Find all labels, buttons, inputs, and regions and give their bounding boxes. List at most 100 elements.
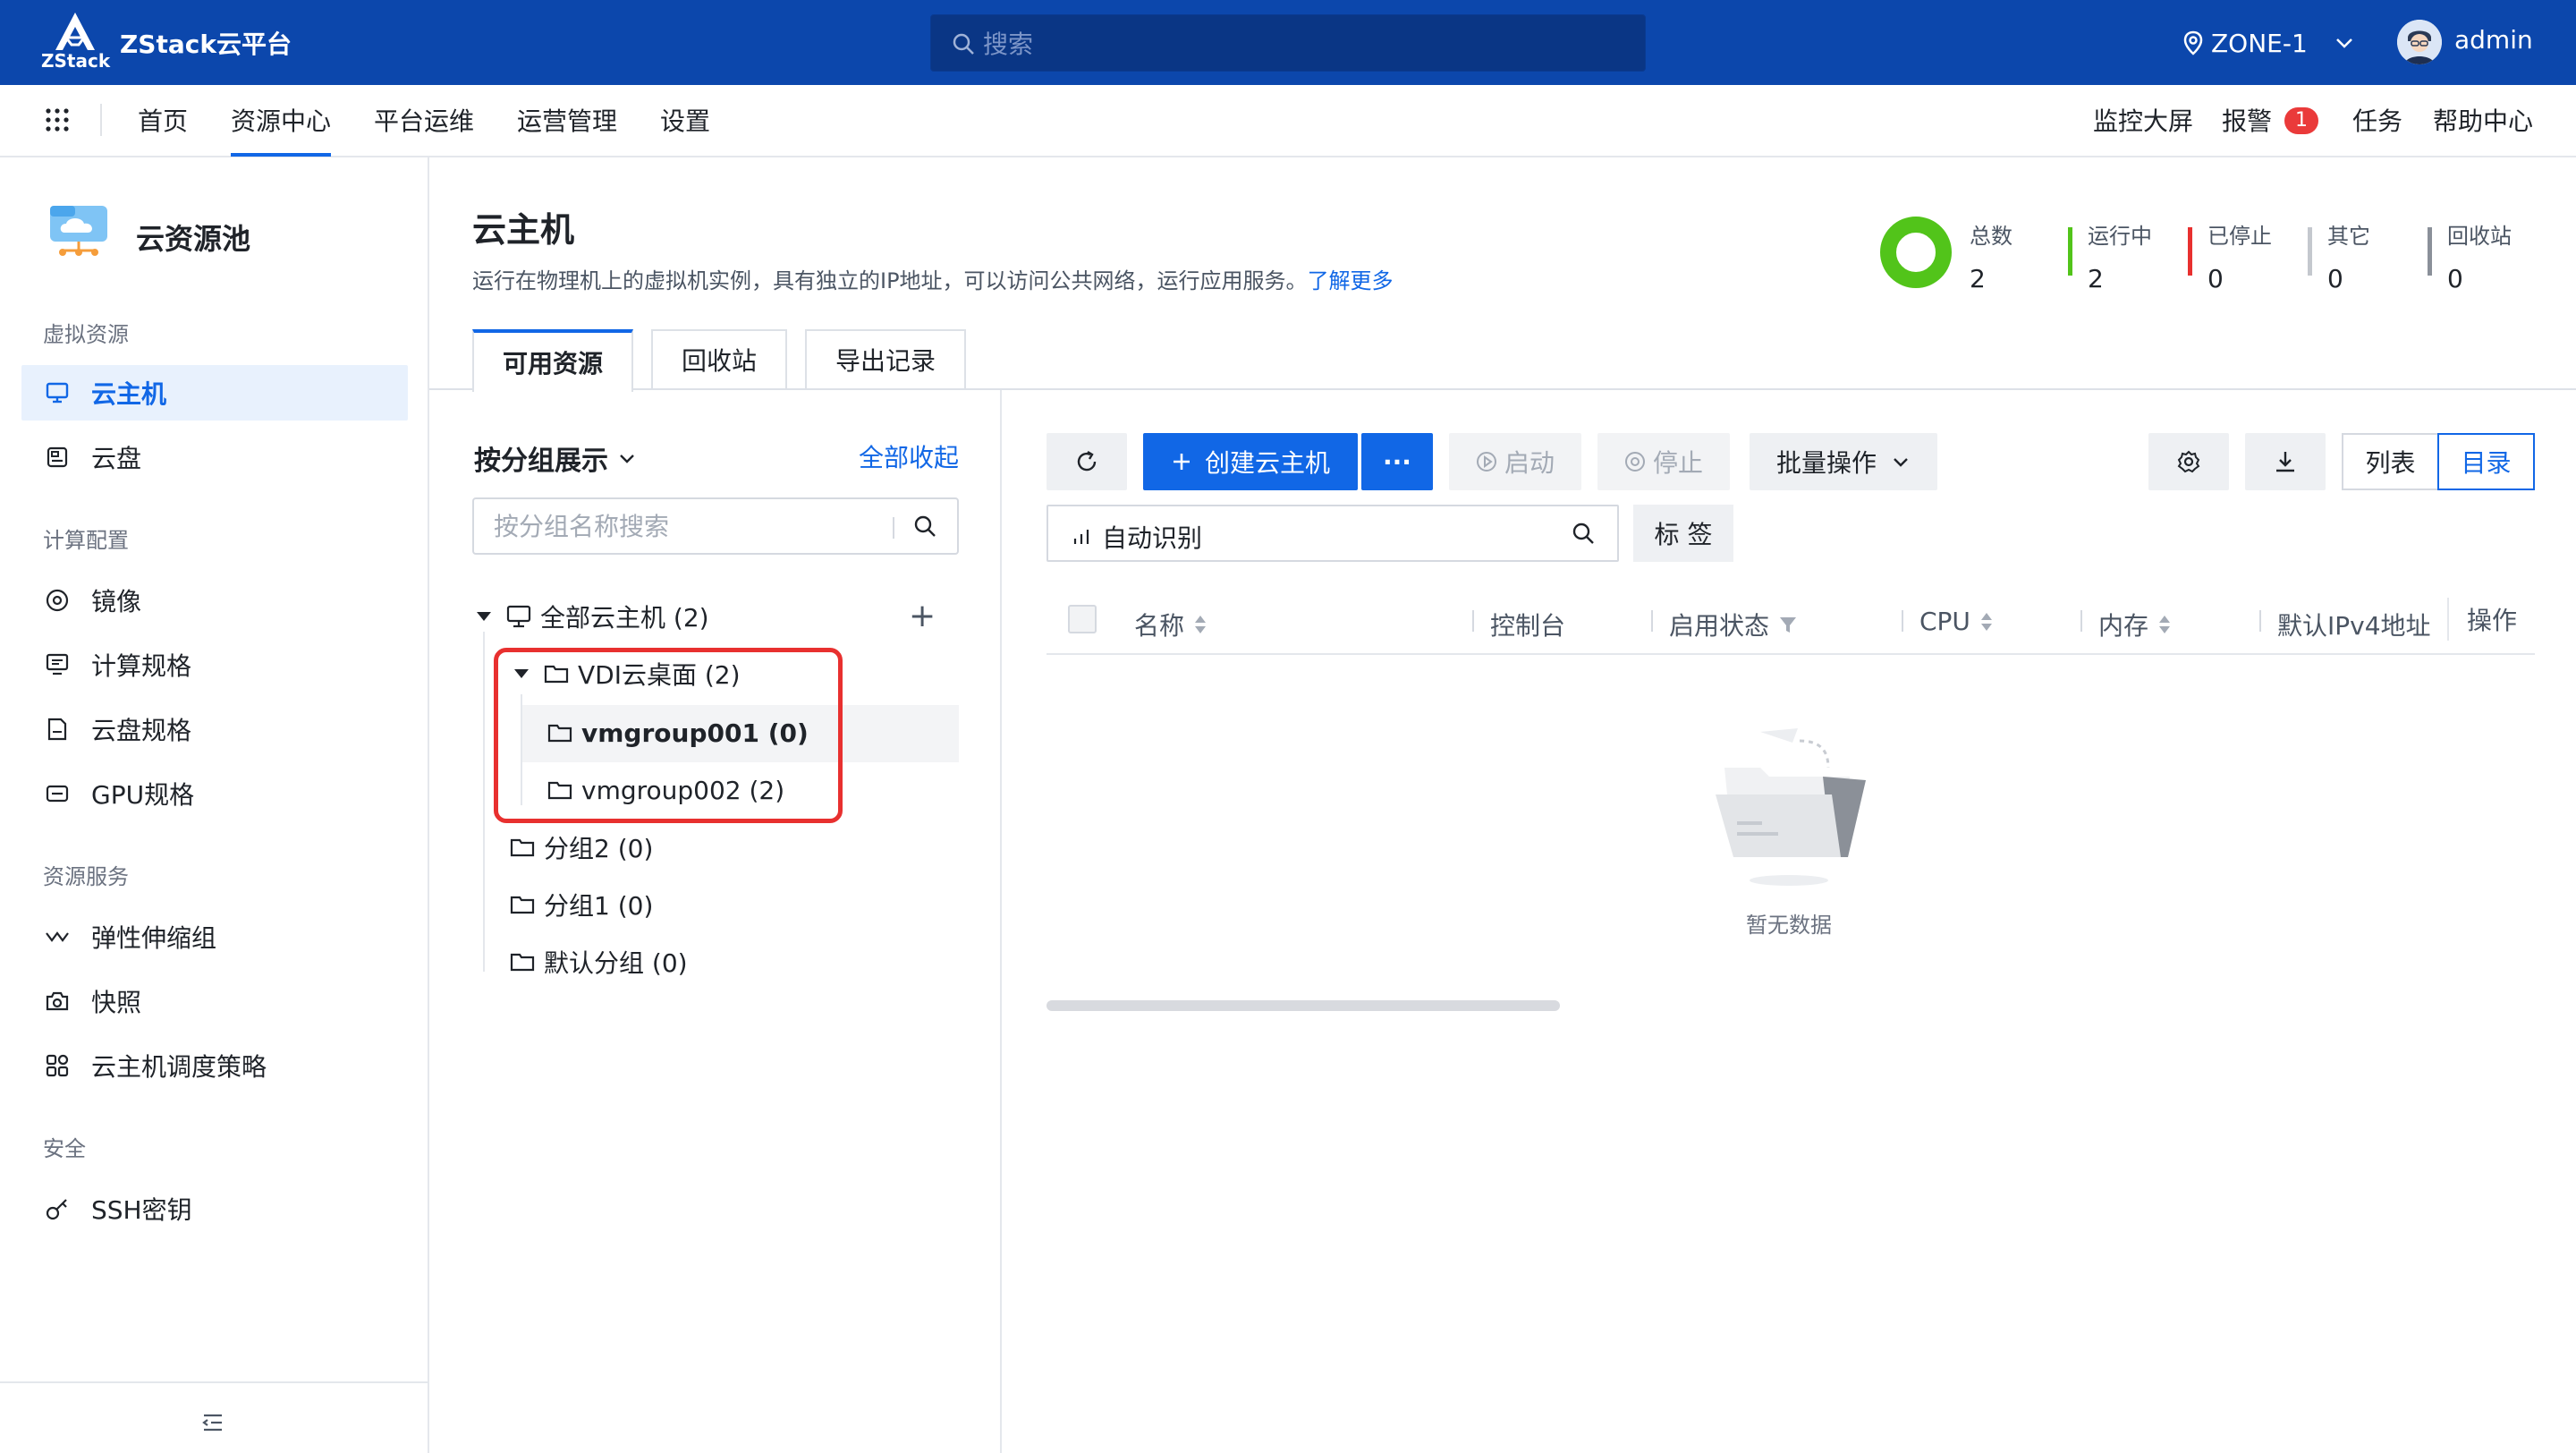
- sidebar-item-compute-spec[interactable]: 计算规格: [21, 637, 408, 693]
- page-description-text: 运行在物理机上的虚拟机实例，具有独立的IP地址，可以访问公共网络，运行应用服务。: [472, 268, 1308, 293]
- more-actions-button[interactable]: ···: [1361, 433, 1433, 490]
- stat-label: 已停止: [2207, 224, 2272, 249]
- sidebar-group-compute: 计算配置: [43, 528, 129, 553]
- global-search[interactable]: [930, 14, 1646, 72]
- sidebar-item-scheduling[interactable]: 云主机调度策略: [21, 1038, 408, 1093]
- stat-other[interactable]: 其它 0: [2327, 218, 2370, 293]
- search-icon[interactable]: [1571, 521, 1596, 546]
- stat-total[interactable]: 总数 2: [1970, 218, 2012, 293]
- user-avatar-icon: [2397, 20, 2442, 64]
- monitor-screen-link[interactable]: 监控大屏: [2093, 102, 2193, 138]
- auto-detect-selector[interactable]: 自动识别: [1072, 519, 1202, 555]
- start-button[interactable]: 启动: [1449, 433, 1581, 490]
- monitor-icon: [46, 382, 69, 404]
- nav-resource-center[interactable]: 资源中心: [231, 102, 331, 138]
- group-search[interactable]: [472, 497, 959, 555]
- nav-platform-ops[interactable]: 平台运维: [374, 102, 474, 138]
- column-label: 默认IPv4地址: [2277, 611, 2431, 641]
- tag-filter-button[interactable]: 标 签: [1633, 505, 1733, 562]
- tree-node-all-vms[interactable]: 全部云主机 (2): [476, 589, 709, 644]
- select-all-checkbox[interactable]: [1068, 605, 1097, 633]
- stat-value: 2: [1970, 264, 1986, 293]
- collapse-all-link[interactable]: 全部收起: [859, 438, 959, 474]
- zone-selector[interactable]: ZONE-1: [2182, 23, 2356, 63]
- stat-stopped[interactable]: 已停止 0: [2207, 218, 2272, 293]
- horizontal-scrollbar[interactable]: [1046, 1000, 1560, 1011]
- monitor-icon: [506, 605, 531, 628]
- stat-running[interactable]: 运行中 2: [2088, 218, 2152, 293]
- view-list-button[interactable]: 列表: [2343, 435, 2437, 489]
- column-cpu[interactable]: CPU: [1919, 607, 1994, 636]
- global-search-input[interactable]: [983, 24, 1609, 64]
- search-divider: [893, 517, 894, 539]
- group-view-selector[interactable]: 按分组展示: [474, 438, 637, 478]
- sidebar-item-autoscale[interactable]: 弹性伸缩组: [21, 909, 408, 964]
- nav-home[interactable]: 首页: [138, 102, 188, 138]
- sidebar-item-disk[interactable]: 云盘: [21, 429, 408, 485]
- column-ipv4: 默认IPv4地址: [2277, 607, 2563, 642]
- column-divider: [1472, 610, 1474, 632]
- stat-label: 运行中: [2088, 224, 2152, 249]
- location-pin-icon: [2183, 30, 2203, 55]
- tree-node-label: 全部云主机 (2): [540, 603, 709, 633]
- column-divider: [1651, 610, 1653, 632]
- highlight-annotation-box: [494, 648, 843, 823]
- settings-button[interactable]: [2148, 433, 2229, 490]
- tab-export-records[interactable]: 导出记录: [805, 329, 966, 390]
- sidebar-item-label: 计算规格: [91, 651, 192, 681]
- sidebar-item-disk-spec[interactable]: 云盘规格: [21, 701, 408, 757]
- column-memory[interactable]: 内存: [2098, 607, 2172, 642]
- sidebar-item-image[interactable]: 镜像: [21, 573, 408, 628]
- app-title[interactable]: ZStack云平台: [120, 25, 292, 61]
- stat-bar-recycle: [2428, 227, 2432, 276]
- auto-detect-label: 自动识别: [1102, 523, 1203, 553]
- tree-node-default-group[interactable]: 默认分组 (0): [510, 934, 688, 990]
- empty-state-text: 暂无数据: [1746, 913, 1832, 938]
- caret-down-icon[interactable]: [476, 610, 492, 623]
- apps-grid-icon[interactable]: [45, 107, 70, 132]
- tree-node-group2[interactable]: 分组2 (0): [510, 820, 653, 875]
- camera-icon: [46, 991, 69, 1011]
- view-directory-button[interactable]: 目录: [2437, 433, 2535, 490]
- stop-button[interactable]: 停止: [1597, 433, 1730, 490]
- sidebar-item-gpu-spec[interactable]: GPU规格: [21, 766, 408, 821]
- column-actions: 操作: [2447, 598, 2518, 641]
- learn-more-link[interactable]: 了解更多: [1308, 268, 1394, 293]
- tasks-link[interactable]: 任务: [2352, 102, 2402, 138]
- sidebar-item-snapshot[interactable]: 快照: [21, 973, 408, 1029]
- folder-icon: [510, 838, 535, 857]
- stat-recycle[interactable]: 回收站 0: [2447, 218, 2512, 293]
- column-console: 控制台: [1490, 607, 1565, 642]
- add-group-button[interactable]: +: [909, 598, 936, 634]
- sidebar-item-ssh-key[interactable]: SSH密钥: [21, 1181, 408, 1236]
- avatar[interactable]: [2397, 20, 2442, 64]
- stat-value: 0: [2327, 264, 2343, 293]
- nav-operations[interactable]: 运营管理: [517, 102, 617, 138]
- tab-available[interactable]: 可用资源: [472, 329, 633, 392]
- column-name[interactable]: 名称: [1134, 607, 1208, 642]
- download-button[interactable]: [2245, 433, 2326, 490]
- help-center-link[interactable]: 帮助中心: [2433, 102, 2533, 138]
- start-label: 启动: [1504, 448, 1555, 478]
- auto-detect-search[interactable]: 自动识别: [1046, 505, 1619, 562]
- tab-recycle-bin[interactable]: 回收站: [651, 329, 787, 390]
- username[interactable]: admin: [2454, 25, 2533, 55]
- group-search-input[interactable]: [494, 508, 887, 544]
- tree-node-group1[interactable]: 分组1 (0): [510, 877, 653, 932]
- refresh-icon: [1077, 450, 1097, 472]
- group-view-label: 按分组展示: [474, 446, 608, 477]
- batch-actions-button[interactable]: 批量操作: [1750, 433, 1937, 490]
- filter-icon: [1780, 617, 1797, 633]
- sort-icon: [1980, 612, 1992, 631]
- column-enable-status[interactable]: 启用状态: [1669, 607, 1798, 642]
- create-vm-button[interactable]: 创建云主机: [1143, 433, 1358, 490]
- sidebar-item-vm[interactable]: 云主机: [21, 365, 408, 421]
- alarm-link[interactable]: 报警: [2222, 102, 2272, 138]
- view-toggle: 列表 目录: [2342, 433, 2535, 490]
- collapse-sidebar-icon[interactable]: [200, 1412, 225, 1433]
- stat-bar-other: [2308, 227, 2312, 276]
- search-icon[interactable]: [912, 514, 937, 539]
- stat-value: 0: [2207, 264, 2224, 293]
- nav-settings[interactable]: 设置: [660, 102, 710, 138]
- refresh-button[interactable]: [1046, 433, 1127, 490]
